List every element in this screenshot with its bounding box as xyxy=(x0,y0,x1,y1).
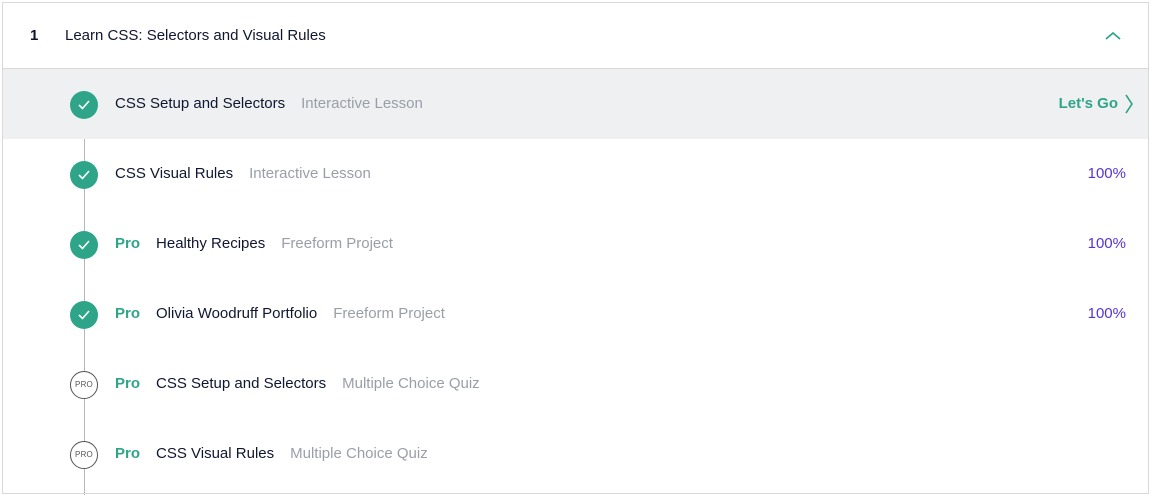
progress-percent: 100% xyxy=(1087,235,1126,252)
completed-check-icon xyxy=(70,301,98,329)
lesson-title: CSS Visual Rules xyxy=(156,445,275,462)
lesson-row[interactable]: PRO Pro CSS Setup and Selectors Multiple C… xyxy=(3,349,1148,419)
lesson-row[interactable]: CSS Visual Rules Interactive Lesson 100% xyxy=(3,139,1148,209)
lesson-title: CSS Setup and Selectors xyxy=(115,95,286,112)
pro-tag: Pro xyxy=(115,375,141,392)
pro-tag: Pro xyxy=(115,445,141,462)
completed-check-icon xyxy=(70,231,98,259)
lesson-row[interactable]: PRO Pro CSS Visual Rules Multiple Choice Q… xyxy=(3,419,1148,489)
lesson-row[interactable]: Pro Healthy Recipes Freeform Project 100% xyxy=(3,209,1148,279)
lesson-title: CSS Setup and Selectors xyxy=(156,375,327,392)
chevron-right-icon[interactable] xyxy=(1124,93,1134,115)
lets-go-link[interactable]: Let's Go xyxy=(1059,95,1118,112)
pro-lock-icon: PRO xyxy=(70,441,98,469)
module-number: 1 xyxy=(30,27,39,44)
lesson-type: Freeform Project xyxy=(281,235,393,252)
lesson-type: Multiple Choice Quiz xyxy=(342,375,480,392)
lesson-type: Interactive Lesson xyxy=(301,95,423,112)
lesson-row[interactable]: CSS Setup and Selectors Interactive Lesso… xyxy=(3,69,1148,139)
chevron-up-icon[interactable] xyxy=(1104,29,1122,41)
module-panel: 1 Learn CSS: Selectors and Visual Rules … xyxy=(2,2,1149,495)
lesson-type: Freeform Project xyxy=(333,305,445,322)
pro-lock-icon: PRO xyxy=(70,371,98,399)
lesson-title: Healthy Recipes xyxy=(156,235,266,252)
lesson-type: Interactive Lesson xyxy=(249,165,371,182)
lesson-title: CSS Visual Rules xyxy=(115,165,234,182)
module-title: Learn CSS: Selectors and Visual Rules xyxy=(65,27,326,44)
completed-check-icon xyxy=(70,161,98,189)
progress-percent: 100% xyxy=(1087,305,1126,322)
lesson-row[interactable]: Pro Olivia Woodruff Portfolio Freeform Pro… xyxy=(3,279,1148,349)
lesson-type: Multiple Choice Quiz xyxy=(290,445,428,462)
module-header[interactable]: 1 Learn CSS: Selectors and Visual Rules xyxy=(3,3,1148,69)
pro-tag: Pro xyxy=(115,235,141,252)
pro-tag: Pro xyxy=(115,305,141,322)
completed-check-icon xyxy=(70,91,98,119)
lesson-title: Olivia Woodruff Portfolio xyxy=(156,305,318,322)
progress-percent: 100% xyxy=(1087,165,1126,182)
